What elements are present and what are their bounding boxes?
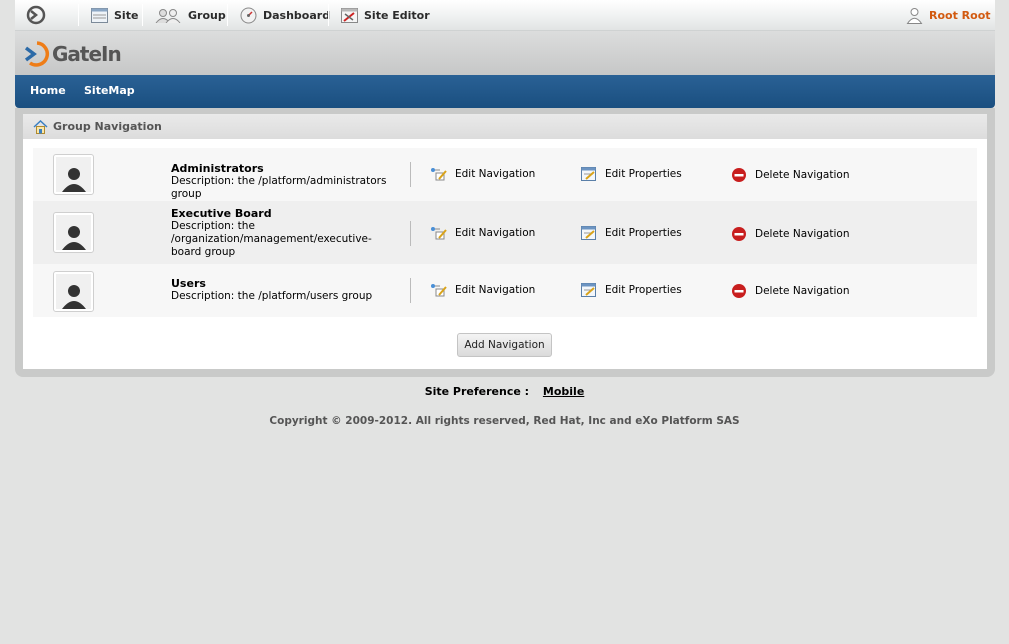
edit-navigation-button[interactable]: Edit Navigation	[430, 226, 535, 240]
main-navigation: Home SiteMap	[15, 75, 995, 108]
edit-navigation-icon	[431, 227, 447, 240]
gatein-menu-icon[interactable]	[25, 0, 53, 30]
top-toolbar: Site Group Dashboard Site Editor Root Ro…	[15, 0, 995, 31]
site-preference: Site Preference : Mobile	[0, 385, 1009, 398]
edit-properties-icon	[581, 283, 596, 297]
edit-properties-button[interactable]: Edit Properties	[581, 226, 682, 240]
avatar-icon	[61, 226, 86, 250]
nav-sitemap[interactable]: SiteMap	[84, 84, 135, 97]
gatein-logo[interactable]: GateIn	[24, 41, 122, 67]
site-editor-menu-label: Site Editor	[364, 8, 430, 22]
dashboard-menu[interactable]: Dashboard	[240, 0, 330, 30]
edit-properties-icon	[581, 226, 596, 240]
toolbar-divider	[78, 4, 79, 26]
group-menu[interactable]: Group	[155, 0, 226, 30]
row-divider	[410, 221, 411, 246]
delete-icon	[732, 284, 746, 298]
group-name: Executive Board	[171, 207, 272, 220]
edit-properties-button[interactable]: Edit Properties	[581, 167, 682, 181]
group-description: Description: the /platform/administrator…	[171, 175, 387, 200]
mobile-link[interactable]: Mobile	[543, 385, 584, 398]
group-description: Description: the /platform/users group	[171, 290, 373, 302]
site-icon	[91, 7, 108, 23]
avatar	[53, 271, 94, 312]
nav-home[interactable]: Home	[30, 84, 66, 97]
toolbar-divider	[328, 4, 329, 26]
site-editor-menu[interactable]: Site Editor	[341, 0, 430, 30]
content-frame: Group Navigation Administrators Descript…	[15, 108, 995, 377]
user-icon	[906, 7, 923, 24]
group-name: Users	[171, 277, 206, 290]
group-icon	[155, 8, 181, 23]
edit-properties-icon	[581, 167, 596, 181]
toolbar-divider	[142, 4, 143, 26]
avatar	[53, 154, 94, 195]
group-name: Administrators	[171, 162, 264, 175]
dashboard-icon	[240, 7, 257, 23]
copyright: Copyright © 2009-2012. All rights reserv…	[269, 415, 740, 427]
avatar	[53, 212, 94, 253]
dashboard-menu-label: Dashboard	[263, 8, 331, 22]
group-menu-label: Group	[188, 8, 226, 22]
edit-properties-button[interactable]: Edit Properties	[581, 283, 682, 297]
toolbar-divider	[227, 4, 228, 26]
logo-text: GateIn	[52, 42, 122, 66]
add-navigation-button[interactable]: Add Navigation	[457, 333, 552, 357]
gatein-logo-icon	[24, 41, 50, 67]
avatar-icon	[61, 168, 86, 192]
delete-icon	[732, 227, 746, 241]
edit-navigation-button[interactable]: Edit Navigation	[430, 283, 535, 297]
edit-navigation-button[interactable]: Edit Navigation	[430, 167, 535, 181]
edit-navigation-icon	[431, 168, 447, 181]
delete-navigation-button[interactable]: Delete Navigation	[731, 283, 849, 299]
site-editor-icon	[341, 7, 358, 23]
panel-title: Group Navigation	[53, 120, 162, 133]
group-row: Users Description: the /platform/users g…	[33, 264, 977, 317]
user-menu[interactable]: Root Root	[906, 0, 991, 30]
row-divider	[410, 278, 411, 303]
group-navigation-panel: Group Navigation Administrators Descript…	[23, 114, 987, 369]
home-icon	[33, 119, 48, 134]
edit-navigation-icon	[431, 284, 447, 297]
site-preference-label: Site Preference :	[424, 385, 530, 398]
group-row: Executive Board Description: the /organi…	[33, 201, 977, 264]
panel-title-bar: Group Navigation	[23, 114, 987, 139]
user-name: Root Root	[929, 8, 991, 22]
banner: GateIn	[15, 31, 995, 75]
group-description: Description: the /organization/managemen…	[171, 220, 372, 258]
delete-navigation-button[interactable]: Delete Navigation	[731, 167, 849, 183]
row-divider	[410, 162, 411, 187]
delete-navigation-button[interactable]: Delete Navigation	[731, 226, 849, 242]
site-menu-label: Site	[114, 8, 139, 22]
delete-icon	[732, 168, 746, 182]
group-row: Administrators Description: the /platfor…	[33, 148, 977, 201]
site-menu[interactable]: Site	[91, 0, 138, 30]
avatar-icon	[61, 285, 86, 309]
